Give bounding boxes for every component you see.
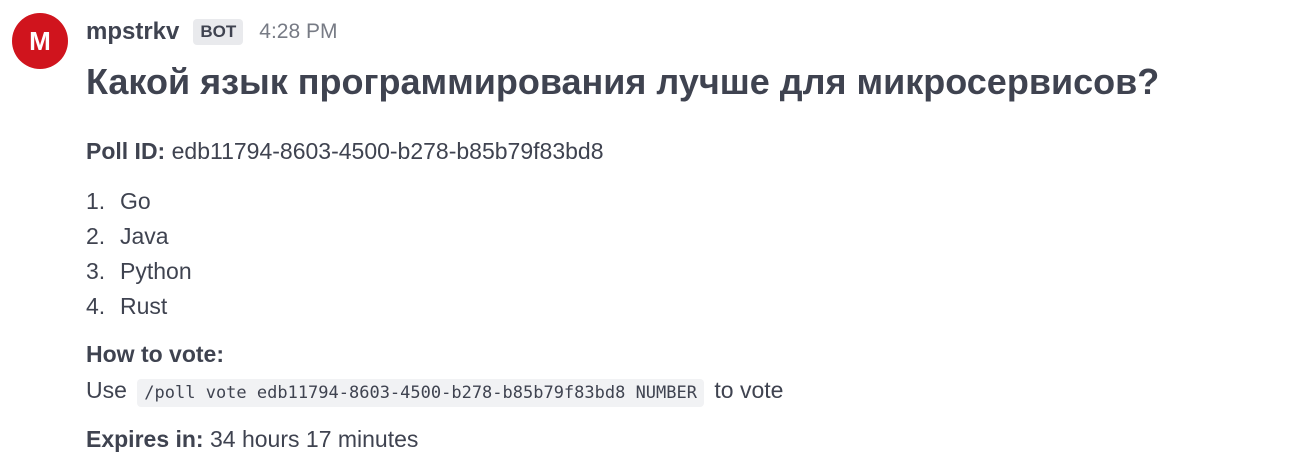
option-number: 1. [86,188,106,214]
post-header: mpstrkv BOT 4:28 PM [86,14,337,50]
use-text: Use [86,377,127,403]
poll-options: 1. Go 2. Java 3. Python 4. Rust [86,184,192,324]
poll-id-line: Poll ID: edb11794-8603-4500-b278-b85b79f… [86,136,603,166]
poll-option: 2. Java [86,219,192,254]
option-label: Rust [120,293,168,319]
to-vote-text: to vote [714,377,784,403]
expires-value: 34 hours 17 minutes [210,426,419,452]
post-time[interactable]: 4:28 PM [259,20,337,44]
bot-badge: BOT [193,19,244,45]
username[interactable]: mpstrkv [86,18,179,46]
option-number: 2. [86,223,106,249]
how-to-vote-label: How to vote: [86,341,224,367]
option-number: 4. [86,293,106,319]
vote-command-code[interactable]: /poll vote edb11794-8603-4500-b278-b85b7… [137,379,704,407]
bot-post: M mpstrkv BOT 4:28 PM Какой язык програм… [0,0,1302,469]
poll-option: 4. Rust [86,289,192,324]
option-label: Java [120,223,169,249]
poll-id-value: edb11794-8603-4500-b278-b85b79f83bd8 [171,138,604,164]
expires-label: Expires in: [86,426,204,452]
poll-id-label: Poll ID: [86,138,166,164]
option-label: Python [120,258,192,284]
avatar[interactable]: M [12,13,68,69]
poll-title: Какой язык программирования лучше для ми… [86,61,1160,102]
expires-line: Expires in: 34 hours 17 minutes [86,424,418,454]
avatar-letter: M [29,26,51,56]
poll-option: 3. Python [86,254,192,289]
poll-option: 1. Go [86,184,192,219]
vote-instructions: Use /poll vote edb11794-8603-4500-b278-b… [86,375,783,408]
option-label: Go [120,188,151,214]
option-number: 3. [86,258,106,284]
